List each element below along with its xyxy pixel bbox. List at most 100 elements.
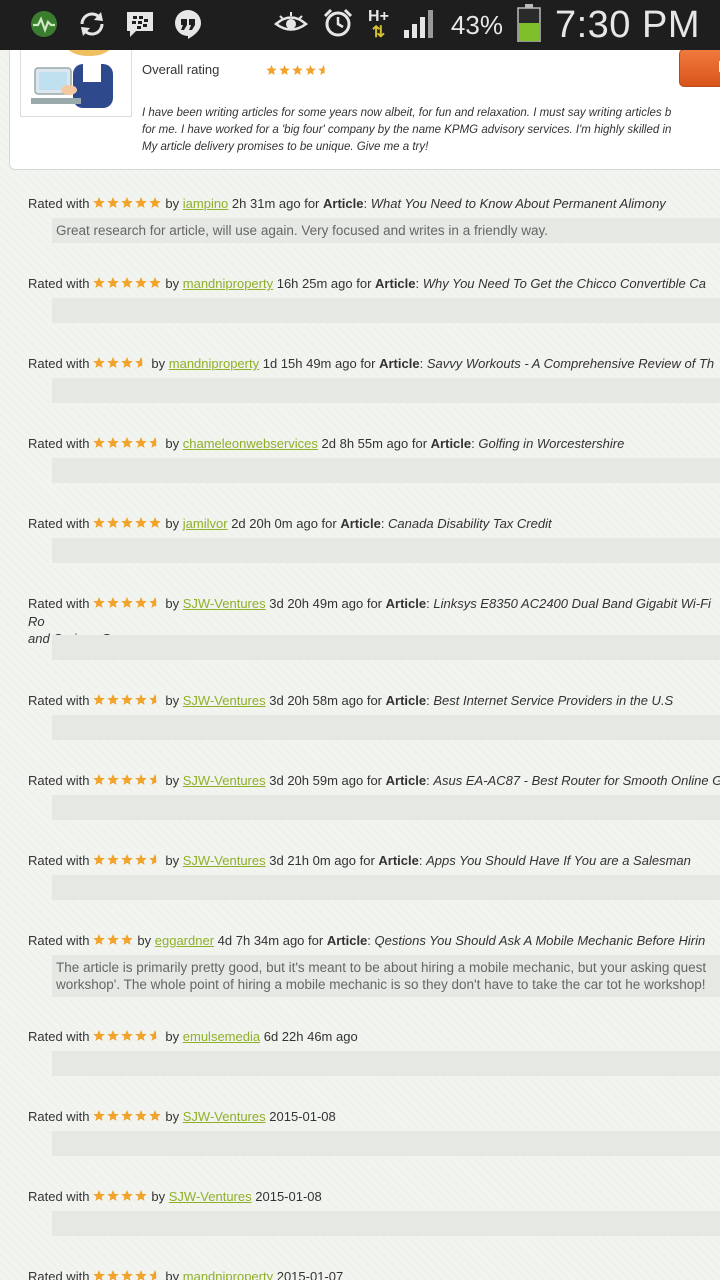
article-type: Article bbox=[375, 276, 416, 291]
rating-comment bbox=[52, 635, 720, 660]
eye-icon bbox=[274, 11, 309, 40]
star-icon bbox=[107, 774, 120, 785]
profile-card: Overall rating H I have been writing art… bbox=[9, 50, 720, 170]
half-star-icon bbox=[135, 357, 143, 368]
half-star-icon bbox=[149, 1270, 157, 1280]
star-icon bbox=[93, 517, 106, 528]
rater-username-link[interactable]: mandniproperty bbox=[183, 276, 273, 291]
rater-username-link[interactable]: SJW-Ventures bbox=[183, 693, 266, 708]
rated-with-label: Rated with bbox=[28, 276, 90, 291]
article-type: Article bbox=[323, 196, 364, 211]
star-icon bbox=[93, 277, 106, 288]
for-label: for bbox=[366, 693, 383, 708]
rated-with-label: Rated with bbox=[28, 773, 90, 788]
rated-with-label: Rated with bbox=[28, 693, 90, 708]
rated-with-label: Rated with bbox=[28, 436, 90, 451]
star-icon bbox=[121, 277, 134, 288]
rater-username-link[interactable]: SJW-Ventures bbox=[183, 773, 266, 788]
hire-button[interactable]: H bbox=[679, 50, 720, 87]
rating-line: Rated with by mandniproperty 1d 15h 49m a… bbox=[28, 356, 715, 371]
rating-line: Rated with by chameleonwebservices 2d 8h … bbox=[28, 436, 625, 451]
by-label: by bbox=[165, 1109, 183, 1124]
article-title: Qestions You Should Ask A Mobile Mechani… bbox=[374, 933, 706, 948]
battery-percent: 43% bbox=[450, 9, 503, 40]
star-icon bbox=[135, 774, 148, 785]
by-label: by bbox=[165, 1269, 183, 1280]
rating-time: 4d 7h 34m ago bbox=[217, 933, 305, 948]
rater-username-link[interactable]: mandniproperty bbox=[183, 1269, 273, 1280]
page-content[interactable]: Overall rating H I have been writing art… bbox=[0, 50, 720, 1280]
star-icon bbox=[266, 65, 277, 75]
star-icon bbox=[107, 357, 120, 368]
article-title: Asus EA-AC87 - Best Router for Smooth On… bbox=[433, 773, 720, 788]
article-title: Canada Disability Tax Credit bbox=[388, 516, 552, 531]
rater-username-link[interactable]: iampino bbox=[183, 196, 229, 211]
star-icon bbox=[121, 774, 134, 785]
rating-time: 2h 31m ago bbox=[231, 196, 301, 211]
article-type: Article bbox=[379, 356, 420, 371]
rating-comment: The article is primarily pretty good, bu… bbox=[52, 955, 720, 997]
rating-entry: Rated with by SJW-Ventures 3d 21h 0m ago … bbox=[28, 852, 720, 870]
rater-username-link[interactable]: SJW-Ventures bbox=[183, 853, 266, 868]
rating-stars bbox=[93, 693, 161, 710]
star-icon bbox=[107, 1030, 120, 1041]
star-icon bbox=[107, 1110, 120, 1121]
network-type-indicator: H+ ⇅ bbox=[368, 9, 389, 41]
clock: 7:30 PM bbox=[554, 3, 700, 46]
star-icon bbox=[135, 197, 148, 208]
star-icon bbox=[93, 934, 106, 945]
hangouts-icon bbox=[172, 8, 204, 40]
rating-comment bbox=[52, 458, 720, 483]
article-title: Why You Need To Get the Chicco Convertib… bbox=[422, 276, 707, 291]
rater-username-link[interactable]: SJW-Ventures bbox=[169, 1189, 252, 1204]
article-type: Article bbox=[385, 773, 427, 788]
rating-entry: Rated with by iampino 2h 31m ago for Arti… bbox=[28, 195, 720, 213]
rater-username-link[interactable]: SJW-Ventures bbox=[183, 1109, 266, 1124]
star-icon bbox=[135, 277, 148, 288]
star-icon bbox=[121, 597, 134, 608]
star-icon bbox=[149, 1110, 162, 1121]
rating-entry: Rated with by SJW-Ventures 2015-01-08 bbox=[28, 1188, 720, 1206]
rating-comment bbox=[52, 715, 720, 740]
rating-line: Rated with by emulsemedia 6d 22h 46m ago bbox=[28, 1028, 720, 1046]
by-label: by bbox=[151, 356, 169, 371]
star-icon bbox=[93, 597, 106, 608]
rating-line: Rated with by SJW-Ventures 2015-01-08 bbox=[28, 1188, 720, 1206]
rater-username-link[interactable]: emulsemedia bbox=[183, 1029, 260, 1044]
rating-entry: Rated with by mandniproperty 16h 25m ago … bbox=[28, 275, 720, 293]
rating-comment bbox=[52, 795, 720, 820]
article-title: Best Internet Service Providers in the U… bbox=[433, 693, 674, 708]
rated-with-label: Rated with bbox=[28, 516, 90, 531]
rating-line: Rated with by mandniproperty 16h 25m ago … bbox=[28, 276, 707, 291]
star-icon bbox=[107, 197, 120, 208]
rating-time: 1d 15h 49m ago bbox=[262, 356, 357, 371]
star-icon bbox=[93, 1110, 106, 1121]
star-icon bbox=[93, 357, 106, 368]
rating-time: 2015-01-07 bbox=[276, 1269, 344, 1280]
rater-username-link[interactable]: jamilvor bbox=[183, 516, 228, 531]
rating-time: 2d 8h 55m ago bbox=[321, 436, 409, 451]
rating-entry: Rated with by eggardner 4d 7h 34m ago for… bbox=[28, 932, 720, 950]
by-label: by bbox=[165, 853, 183, 868]
star-icon bbox=[135, 1190, 148, 1201]
rating-time: 3d 21h 0m ago bbox=[269, 853, 356, 868]
rating-time: 2015-01-08 bbox=[255, 1189, 322, 1204]
rater-username-link[interactable]: eggardner bbox=[155, 933, 214, 948]
rating-time: 3d 20h 49m ago bbox=[269, 596, 364, 611]
rater-username-link[interactable]: chameleonwebservices bbox=[183, 436, 318, 451]
rater-username-link[interactable]: SJW-Ventures bbox=[183, 596, 266, 611]
star-icon bbox=[279, 65, 290, 75]
rated-with-label: Rated with bbox=[28, 596, 90, 611]
star-icon bbox=[135, 854, 148, 865]
star-icon bbox=[93, 1030, 106, 1041]
overall-rating-stars bbox=[266, 63, 329, 81]
by-label: by bbox=[165, 773, 183, 788]
star-icon bbox=[93, 437, 106, 448]
star-icon bbox=[135, 1270, 148, 1280]
rating-line: Rated with by SJW-Ventures 3d 20h 59m ago… bbox=[28, 772, 720, 790]
rating-comment bbox=[52, 875, 720, 900]
article-title: What You Need to Know About Permanent Al… bbox=[370, 196, 666, 211]
rater-username-link[interactable]: mandniproperty bbox=[169, 356, 259, 371]
by-label: by bbox=[151, 1189, 169, 1204]
rating-time: 3d 20h 59m ago bbox=[269, 773, 364, 788]
